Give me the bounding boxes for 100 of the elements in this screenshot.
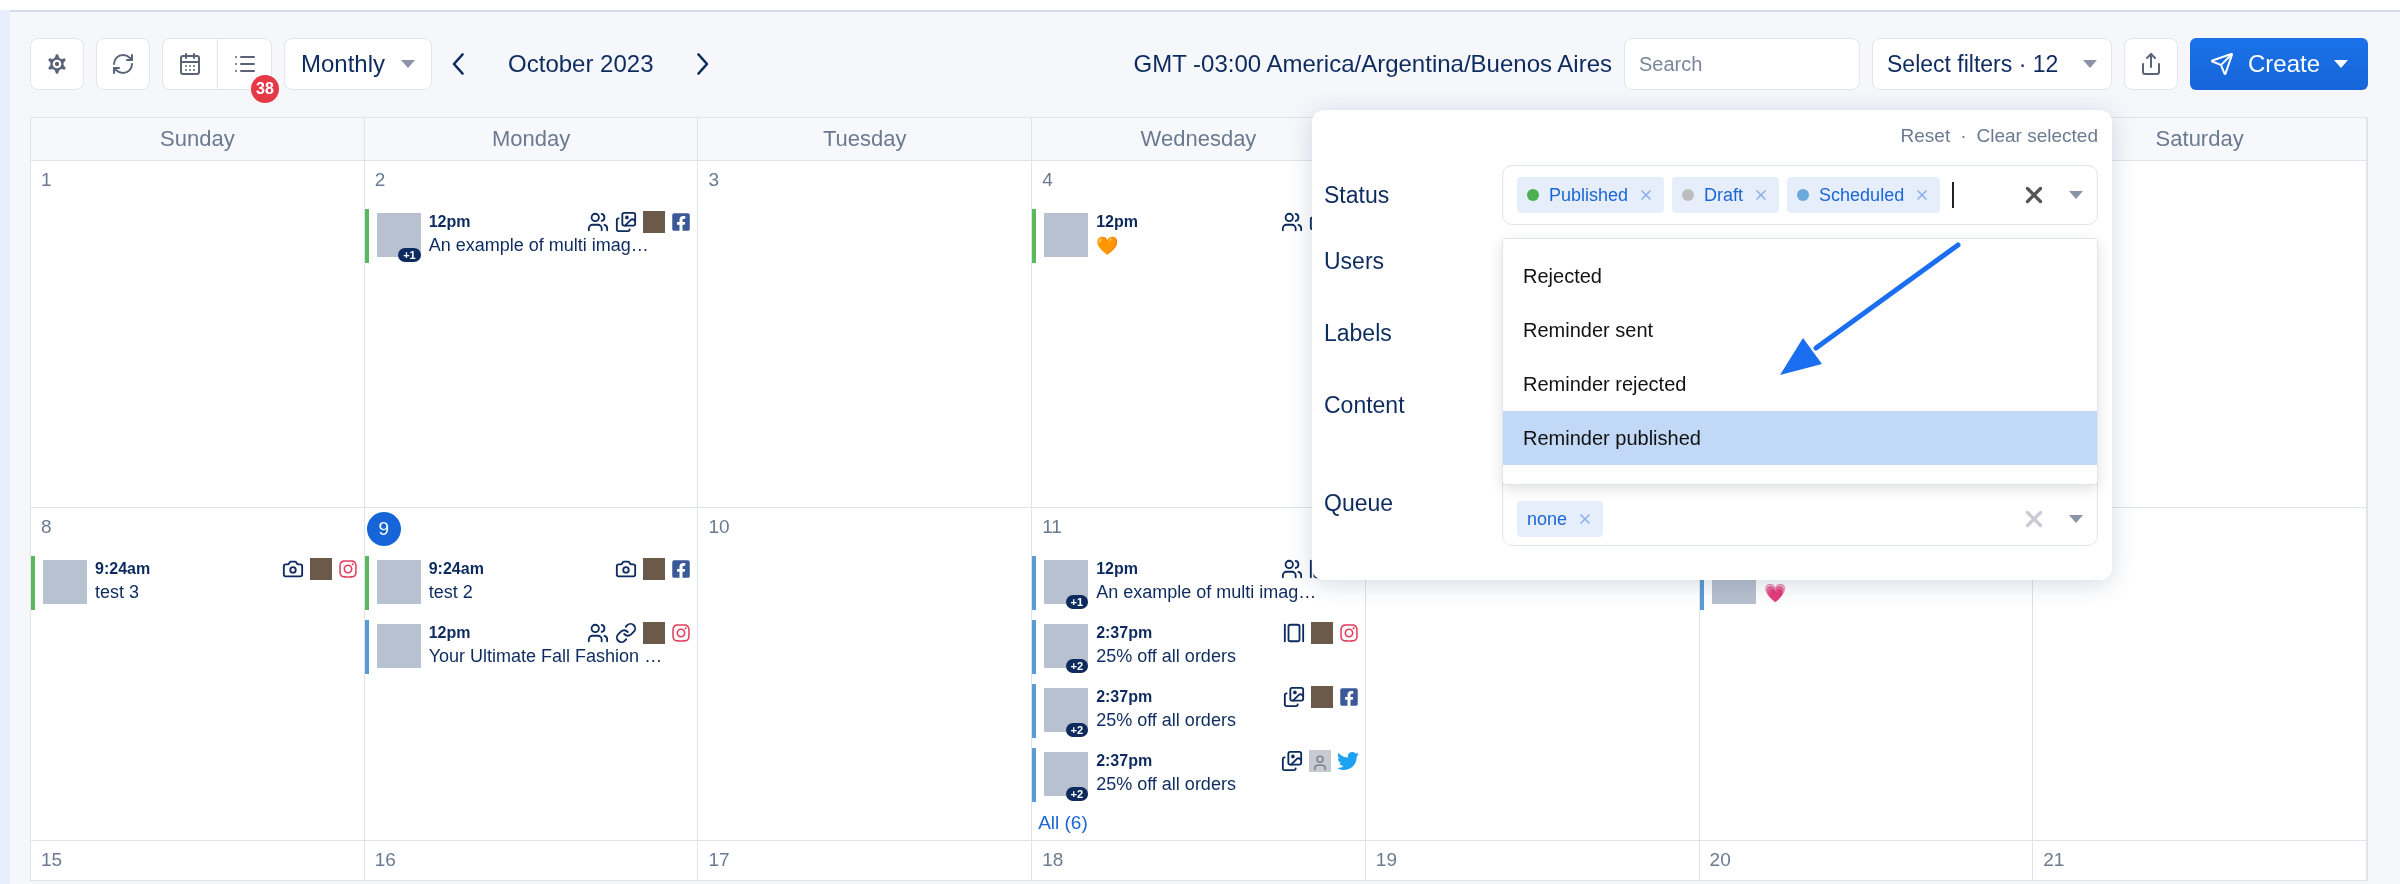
day-number: 16 bbox=[374, 849, 396, 871]
status-select[interactable]: Published Draft Scheduled bbox=[1502, 165, 2098, 225]
avatar-photo bbox=[643, 211, 666, 233]
filters-dropdown[interactable]: Select filters · 12 bbox=[1872, 38, 2112, 90]
photo-placeholder bbox=[376, 624, 421, 668]
day-number: 18 bbox=[1042, 849, 1064, 871]
refresh-button[interactable] bbox=[96, 38, 150, 90]
view-dropdown[interactable]: Monthly bbox=[284, 38, 433, 90]
day-number: 2 bbox=[374, 169, 386, 191]
settings-button[interactable] bbox=[30, 38, 84, 90]
caret-icon bbox=[401, 60, 416, 68]
camera-icon bbox=[281, 558, 304, 580]
filter-label: Status bbox=[1324, 180, 1391, 210]
post-title: An example of multi imag… bbox=[1096, 582, 1318, 603]
filter-label: Users bbox=[1324, 246, 1386, 276]
show-all-link[interactable]: All (6) bbox=[1032, 812, 1365, 834]
status-option[interactable]: Rejected bbox=[1503, 249, 2097, 303]
count-badge: +2 bbox=[1065, 787, 1089, 801]
day-number: 8 bbox=[41, 516, 52, 538]
chevron-right-icon bbox=[697, 53, 710, 75]
photo-placeholder bbox=[1044, 213, 1089, 257]
camera-icon bbox=[615, 558, 638, 580]
caret-icon bbox=[2083, 60, 2097, 68]
count-badge: 38 bbox=[251, 75, 279, 103]
caret-icon bbox=[2069, 515, 2083, 523]
count-badge: +2 bbox=[1065, 659, 1089, 673]
day-number: 1 bbox=[41, 169, 52, 191]
post-title: 25% off all orders bbox=[1096, 774, 1237, 795]
weekday-header: Sunday bbox=[31, 118, 365, 161]
photo-placeholder bbox=[43, 560, 87, 604]
month-title: October 2023 bbox=[508, 50, 654, 78]
instagram-icon bbox=[671, 623, 692, 643]
person-avatar-icon bbox=[1308, 750, 1331, 772]
day-number: 3 bbox=[708, 169, 719, 191]
post-time: 9:24am bbox=[428, 560, 484, 578]
count-badge: +1 bbox=[1065, 595, 1089, 609]
filter-tag: Published bbox=[1517, 177, 1665, 213]
send-icon bbox=[2209, 52, 2234, 76]
day-number: 9 bbox=[366, 512, 401, 546]
day-number: 20 bbox=[1709, 849, 1731, 871]
people-icon bbox=[1280, 211, 1303, 233]
calendar-icon bbox=[178, 52, 202, 76]
filter-tag: none bbox=[1517, 501, 1604, 537]
separator-dot: · bbox=[1960, 125, 1967, 147]
post-time: 12pm bbox=[1096, 560, 1138, 578]
avatar-photo bbox=[309, 558, 332, 580]
filter-label: Content bbox=[1324, 390, 1406, 420]
facebook-icon bbox=[671, 212, 692, 232]
day-number: 11 bbox=[1042, 516, 1062, 538]
caret-icon bbox=[2334, 60, 2348, 68]
day-number: 19 bbox=[1375, 849, 1397, 871]
avatar-photo bbox=[1310, 622, 1333, 644]
reset-link[interactable]: Reset bbox=[1900, 125, 1951, 147]
post-time: 2:37pm bbox=[1096, 752, 1153, 770]
post-time: 2:37pm bbox=[1096, 624, 1153, 642]
images-icon bbox=[1282, 686, 1305, 708]
weekday-header: Tuesday bbox=[698, 118, 1033, 161]
post-title: Your Ultimate Fall Fashion … bbox=[428, 646, 664, 667]
people-icon bbox=[587, 622, 610, 644]
weekday-header: Monday bbox=[364, 118, 699, 161]
share-icon bbox=[2139, 52, 2163, 76]
twitter-icon bbox=[1336, 750, 1359, 772]
instagram-icon bbox=[337, 559, 358, 579]
filter-tag: Scheduled bbox=[1787, 177, 1941, 213]
share-button[interactable] bbox=[2124, 38, 2178, 90]
avatar-photo bbox=[643, 558, 666, 580]
day-number: 15 bbox=[41, 849, 63, 871]
status-option[interactable]: Reminder rejected bbox=[1503, 357, 2097, 411]
post-time: 12pm bbox=[428, 213, 471, 231]
text-cursor bbox=[1952, 182, 1955, 208]
post-title: 🧡 bbox=[1096, 235, 1120, 257]
refresh-icon bbox=[111, 52, 135, 76]
chevron-left-icon bbox=[452, 53, 465, 75]
day-number: 4 bbox=[1042, 169, 1053, 191]
avatar-photo bbox=[643, 622, 666, 644]
post-time: 12pm bbox=[428, 624, 471, 642]
avatar-photo bbox=[1310, 686, 1333, 708]
facebook-icon bbox=[671, 559, 692, 579]
people-icon bbox=[1280, 558, 1303, 580]
count-badge: +2 bbox=[1065, 723, 1089, 737]
post-title: 25% off all orders bbox=[1096, 646, 1237, 667]
post-title: test 3 bbox=[95, 582, 141, 603]
create-button[interactable]: Create bbox=[2190, 38, 2368, 90]
images-icon bbox=[1280, 750, 1303, 772]
day-number: 10 bbox=[708, 516, 730, 538]
instagram-icon bbox=[1338, 623, 1359, 643]
post-time: 2:37pm bbox=[1096, 688, 1153, 706]
post-title: An example of multi imag… bbox=[428, 235, 650, 256]
link-icon bbox=[615, 622, 638, 644]
caret-icon bbox=[2069, 191, 2083, 199]
photo-placeholder bbox=[376, 560, 421, 604]
search-field[interactable]: Search bbox=[1624, 38, 1860, 90]
day-number: 17 bbox=[708, 849, 730, 871]
status-option[interactable]: Reminder sent bbox=[1503, 303, 2097, 357]
facebook-icon bbox=[1338, 687, 1359, 707]
timezone-label: GMT -03:00 America/Argentina/Buenos Aires bbox=[1133, 50, 1612, 78]
carousel-icon bbox=[1282, 622, 1305, 644]
status-option[interactable]: Reminder published bbox=[1503, 411, 2097, 465]
day-number: 21 bbox=[2043, 849, 2065, 871]
filter-label: Labels bbox=[1324, 318, 1393, 348]
